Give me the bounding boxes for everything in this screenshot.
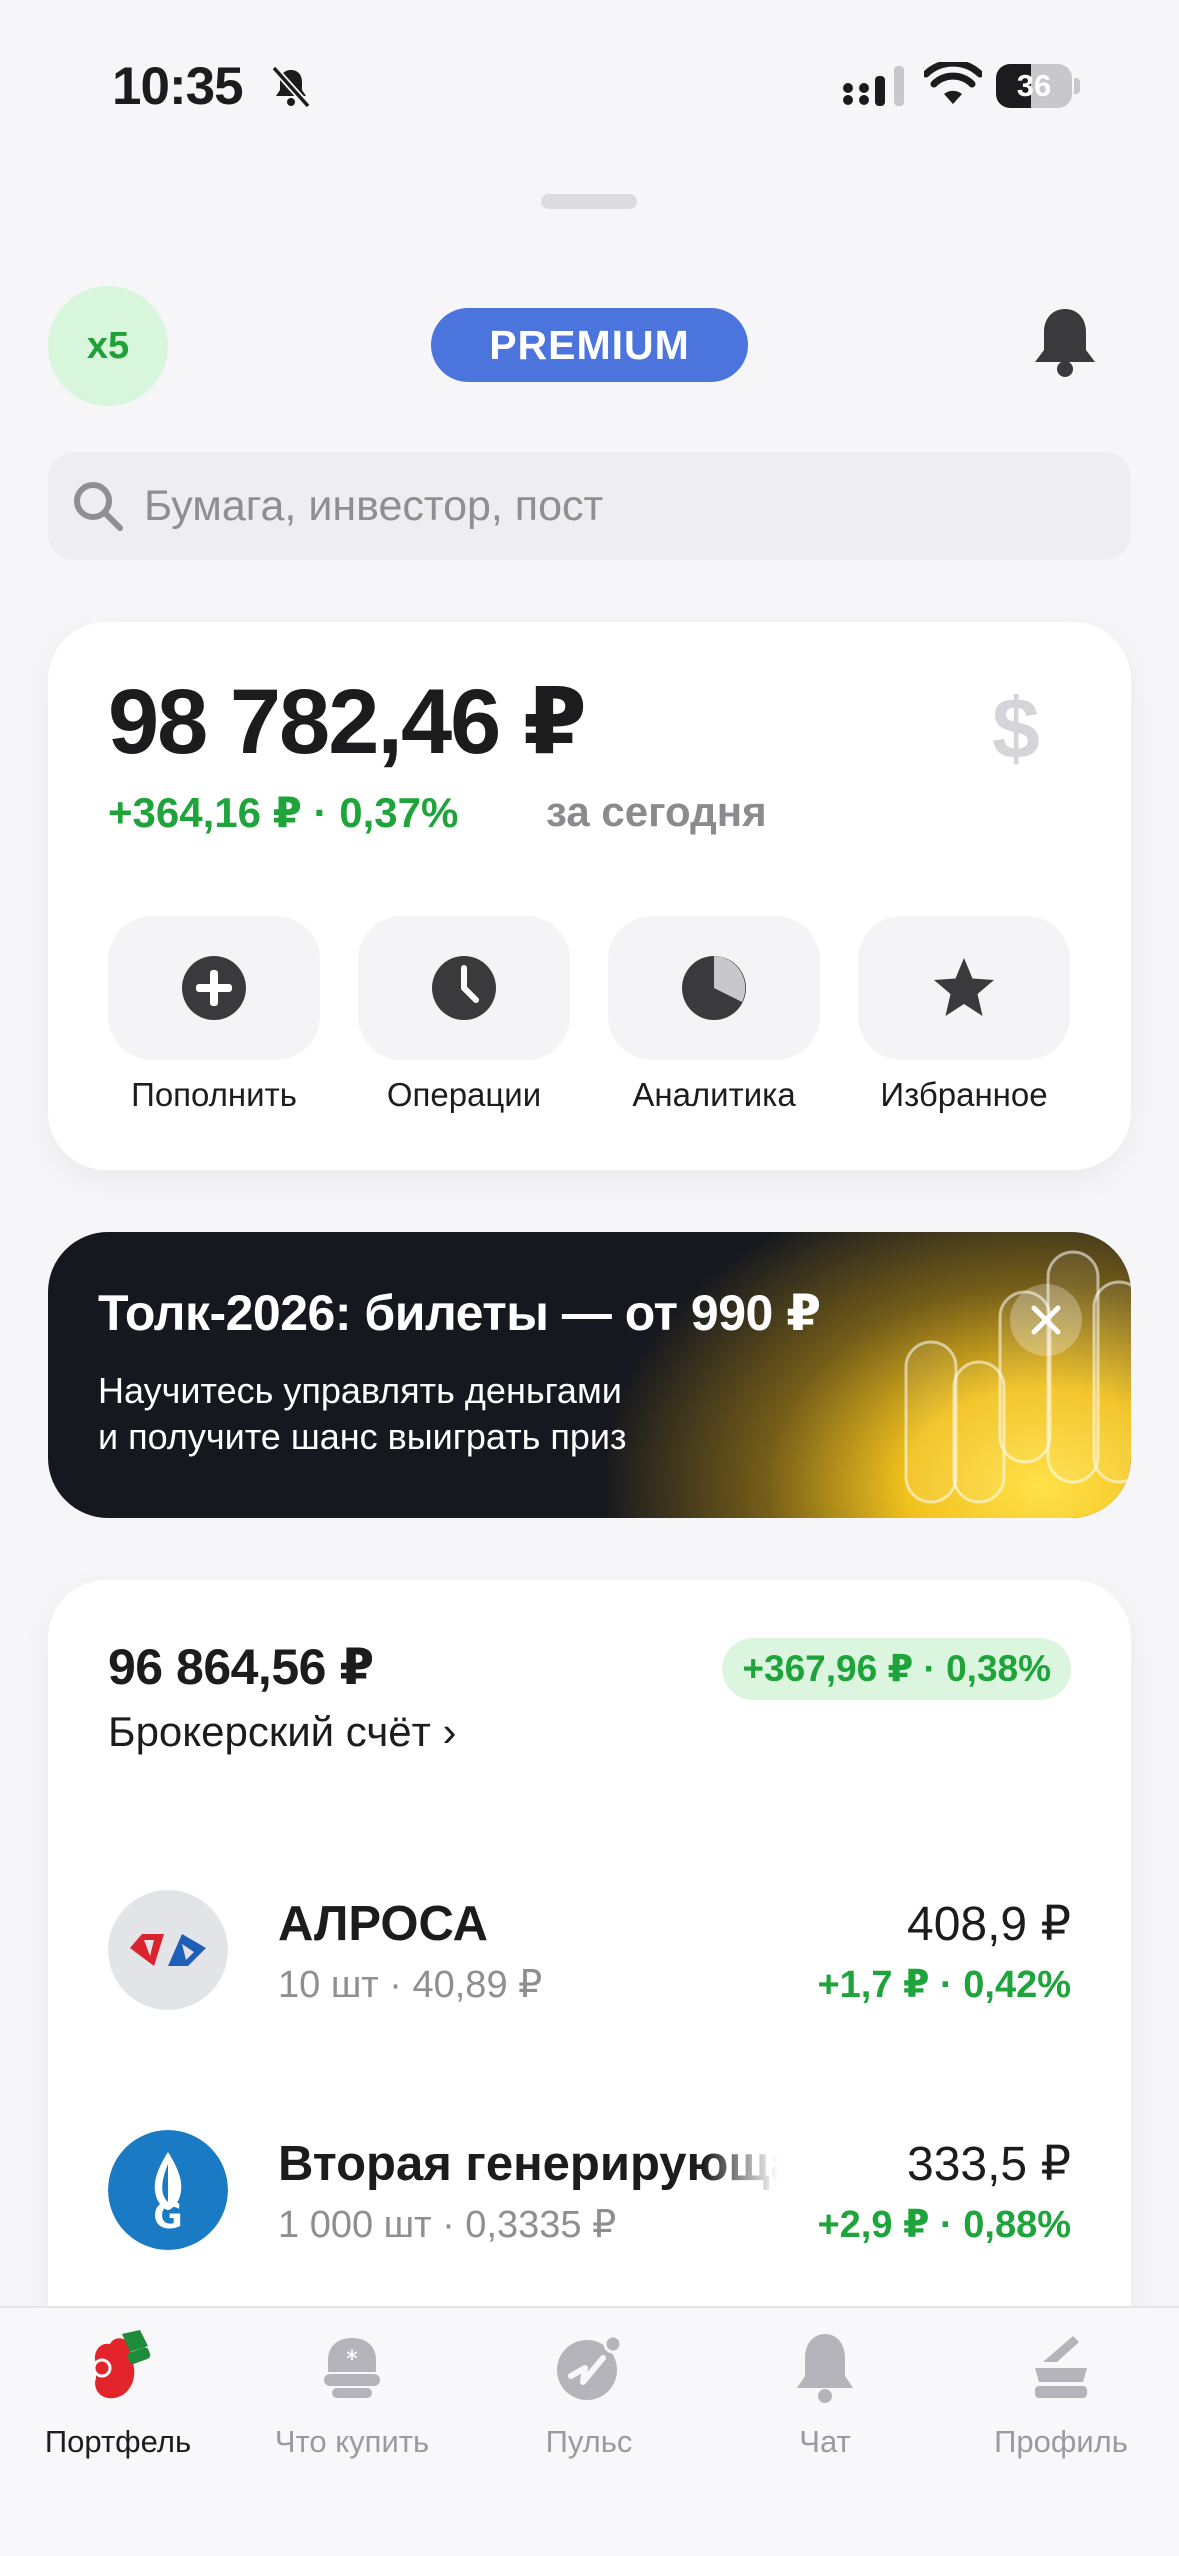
svg-text:G: G xyxy=(153,2196,183,2237)
operations-button[interactable]: Операции xyxy=(358,916,570,1114)
position-row[interactable]: АЛРОСА 10 шт · 40,89 ₽ 408,9 ₽ +1,7 ₽ · … xyxy=(48,1880,1131,2020)
mitten-icon xyxy=(92,2330,151,2399)
position-quantity: 10 шт · 40,89 ₽ xyxy=(278,1964,543,2006)
status-time: 10:35 xyxy=(112,57,244,116)
position-value: 333,5 ₽ xyxy=(907,2138,1071,2191)
analytics-button[interactable]: Аналитика xyxy=(608,916,820,1114)
today-change: +364,16 ₽ · 0,37% xyxy=(108,789,459,836)
promo-title: Толк-2026: билеты — от 990 ₽ xyxy=(98,1285,821,1341)
tab-label: Пульс xyxy=(545,2424,633,2459)
wifi-icon xyxy=(924,62,982,104)
sheet-drag-handle[interactable] xyxy=(541,194,637,209)
account-name-link[interactable]: Брокерский счёт › xyxy=(108,1708,456,1756)
svg-text:*: * xyxy=(346,2347,358,2372)
bell-chat-icon xyxy=(797,2334,853,2403)
gazprom-logo: G xyxy=(108,2130,228,2250)
today-label: за сегодня xyxy=(546,788,767,835)
position-row[interactable]: G Вторая генерирующая 1 000 шт · 0,3335 … xyxy=(48,2120,1131,2260)
cellular-signal-icon xyxy=(843,66,904,106)
promo-decoration xyxy=(904,1250,1131,1504)
tab-chat[interactable]: Чат xyxy=(707,2328,943,2460)
search-bar[interactable]: Бумага, инвестор, пост xyxy=(48,452,1131,560)
position-name: Вторая генерирующая xyxy=(278,2137,778,2191)
promo-subtitle-line: Научитесь управлять деньгами xyxy=(98,1370,622,1411)
alrosa-logo xyxy=(108,1890,228,2010)
star-icon xyxy=(934,958,994,1016)
notifications-bell-icon[interactable] xyxy=(1031,305,1099,381)
tab-label: Что купить xyxy=(274,2424,430,2459)
tab-label: Портфель xyxy=(44,2424,192,2459)
status-bar: 10:35 36 xyxy=(0,0,1179,170)
position-name: АЛРОСА xyxy=(278,1897,489,1951)
currency-switch-icon[interactable]: $ xyxy=(992,680,1040,779)
position-change: +2,9 ₽ · 0,88% xyxy=(817,2204,1071,2246)
tab-profile[interactable]: Профиль xyxy=(943,2328,1179,2460)
analytics-label: Аналитика xyxy=(632,1076,796,1113)
battery-icon: 36 xyxy=(996,64,1080,108)
tab-label: Профиль xyxy=(994,2424,1128,2459)
pulse-icon xyxy=(557,2334,623,2400)
topup-label: Пополнить xyxy=(131,1076,297,1113)
pie-chart-icon xyxy=(682,956,746,1020)
account-change-badge: +367,96 ₽ · 0,38% xyxy=(722,1638,1071,1700)
plus-circle-icon xyxy=(182,956,246,1020)
operations-label: Операции xyxy=(386,1076,542,1113)
search-input[interactable]: Бумага, инвестор, пост xyxy=(144,452,603,560)
account-total: 96 864,56 ₽ xyxy=(108,1639,374,1695)
tab-what-to-buy[interactable]: * Что купить xyxy=(234,2328,470,2460)
promo-banner[interactable]: Толк-2026: билеты — от 990 ₽ Научитесь у… xyxy=(48,1232,1131,1518)
topup-button[interactable]: Пополнить xyxy=(108,916,320,1114)
promo-subtitle: Научитесь управлять деньгами и получите … xyxy=(98,1368,798,1460)
bell-muted-icon xyxy=(271,65,311,109)
premium-badge[interactable]: PREMIUM xyxy=(431,308,748,382)
tab-pulse[interactable]: Пульс xyxy=(471,2328,707,2460)
tab-portfolio[interactable]: Портфель xyxy=(0,2328,236,2460)
close-icon xyxy=(1031,1305,1061,1335)
promo-subtitle-line: и получите шанс выиграть приз xyxy=(98,1416,627,1457)
clock-icon xyxy=(432,956,496,1020)
favorites-label: Избранное xyxy=(880,1076,1048,1113)
shopping-icon: * xyxy=(324,2338,380,2398)
level-badge[interactable]: x5 xyxy=(48,286,168,406)
battery-percent: 36 xyxy=(1016,68,1052,103)
position-quantity: 1 000 шт · 0,3335 ₽ xyxy=(278,2204,617,2246)
balance-card: 98 782,46 ₽ $ +364,16 ₽ · 0,37% за сегод… xyxy=(48,622,1131,1170)
tab-label: Чат xyxy=(799,2424,851,2459)
position-value: 408,9 ₽ xyxy=(907,1898,1071,1951)
position-change: +1,7 ₽ · 0,42% xyxy=(817,1964,1071,2006)
profile-icon xyxy=(1035,2336,1087,2398)
portfolio-total: 98 782,46 ₽ xyxy=(108,671,587,773)
search-icon xyxy=(74,482,123,531)
tab-bar: Портфель * Что купить Пульс Чат Профиль xyxy=(0,2306,1179,2556)
favorites-button[interactable]: Избранное xyxy=(858,916,1070,1114)
promo-close-button[interactable] xyxy=(1010,1284,1082,1356)
